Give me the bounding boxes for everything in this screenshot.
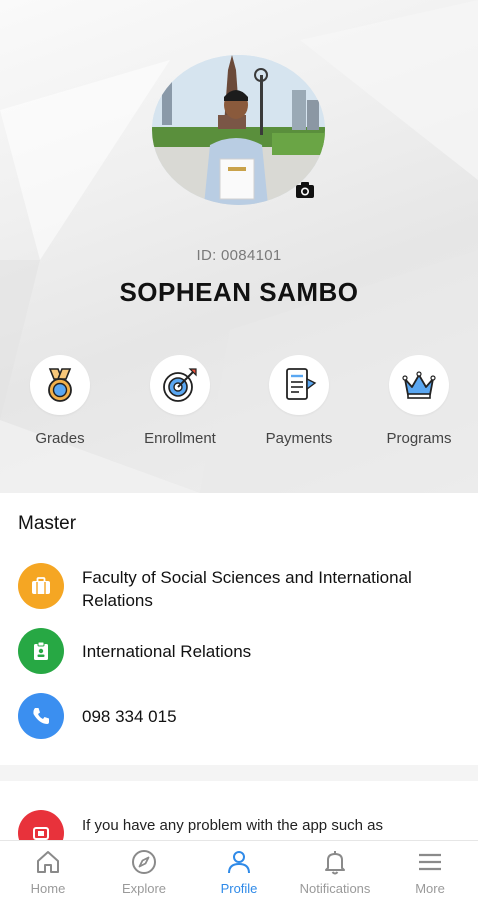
tab-explore[interactable]: Explore <box>96 847 192 896</box>
profile-header: ID: 0084101 SOPHEAN SAMBO Grades Enrollm… <box>0 0 478 493</box>
degree-title: Master <box>18 513 77 534</box>
avatar[interactable] <box>152 55 325 205</box>
person-icon <box>228 851 250 874</box>
medal-icon <box>48 368 72 402</box>
enrollment-button[interactable]: Enrollment <box>130 355 230 447</box>
phone-row[interactable]: 098 334 015 <box>18 693 468 739</box>
phone-icon-circle <box>18 693 64 739</box>
invoice-icon <box>286 368 317 400</box>
faculty-text: Faculty of Social Sciences and Internati… <box>82 568 412 610</box>
tab-more[interactable]: More <box>382 847 478 896</box>
bottom-tab-bar: Home Explore Profile Notifications More <box>0 840 478 901</box>
tab-notifications-label: Notifications <box>299 881 371 896</box>
student-id: ID: 0084101 <box>196 247 282 264</box>
tab-profile-label: Profile <box>220 881 258 896</box>
programs-label: Programs <box>386 430 452 447</box>
major-icon-circle <box>18 628 64 674</box>
payments-button[interactable]: Payments <box>249 355 349 447</box>
grades-label: Grades <box>35 430 85 447</box>
enrollment-label: Enrollment <box>144 430 216 447</box>
student-name: SOPHEAN SAMBO <box>119 277 359 307</box>
programs-button[interactable]: Programs <box>369 355 469 447</box>
tab-home-label: Home <box>30 881 66 896</box>
phone-number: 098 334 015 <box>82 707 177 726</box>
payments-label: Payments <box>265 430 333 447</box>
briefcase-icon <box>32 577 50 594</box>
camera-icon <box>296 182 314 198</box>
bell-icon <box>325 851 345 875</box>
menu-icon <box>419 853 441 871</box>
target-icon <box>163 368 197 402</box>
tab-notifications[interactable]: Notifications <box>287 847 383 896</box>
section-divider <box>0 765 478 781</box>
change-photo-button[interactable] <box>294 179 316 201</box>
home-icon <box>37 851 59 873</box>
crown-icon <box>402 371 436 399</box>
major-row: International Relations <box>18 628 468 674</box>
grades-button[interactable]: Grades <box>10 355 110 447</box>
major-text: International Relations <box>82 642 252 661</box>
support-notice-text: If you have any problem with the app suc… <box>82 817 384 834</box>
tab-profile[interactable]: Profile <box>191 847 287 896</box>
faculty-row: Faculty of Social Sciences and Internati… <box>18 563 468 613</box>
tab-more-label: More <box>415 881 445 896</box>
phone-icon <box>33 708 49 724</box>
id-badge-icon <box>34 641 48 660</box>
compass-icon <box>132 850 156 874</box>
faculty-icon-circle <box>18 563 64 609</box>
tab-explore-label: Explore <box>121 881 167 896</box>
tab-home[interactable]: Home <box>0 847 96 896</box>
